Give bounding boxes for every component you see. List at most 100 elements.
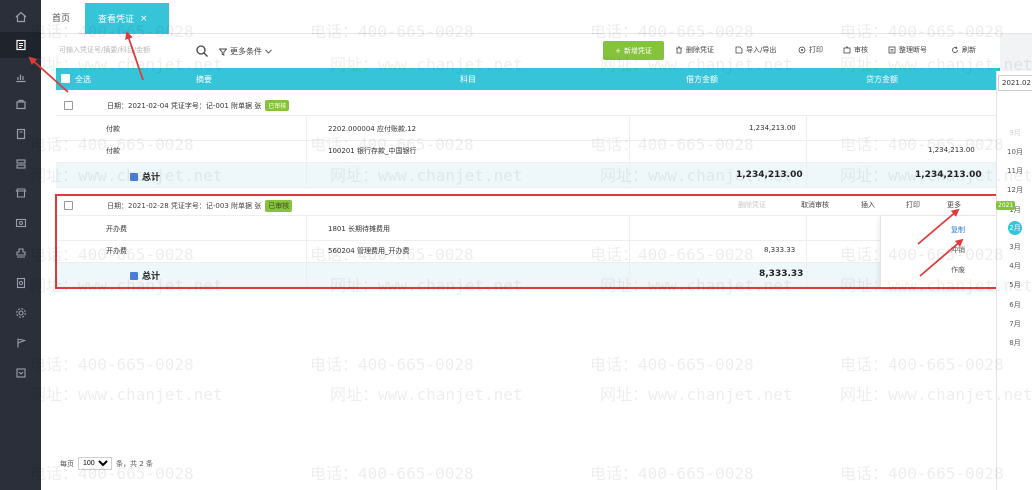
month-item[interactable]: 3月	[997, 242, 1032, 252]
cell-account: 100201 银行存款_中国银行	[328, 147, 417, 155]
table-row[interactable]: 付款 100201 银行存款_中国银行 1,234,213.00	[56, 141, 1000, 163]
select-all-label: 全选	[75, 75, 91, 84]
voucher-checkbox[interactable]	[64, 101, 73, 110]
header-debit: 借方金额	[686, 75, 718, 84]
search-icon[interactable]	[195, 44, 209, 58]
renumber-button[interactable]: 整理断号	[888, 45, 927, 55]
card-icon[interactable]	[0, 210, 41, 236]
menu-item-reverse[interactable]: 冲销	[951, 245, 965, 255]
cell-summary: 付款	[106, 147, 120, 155]
refresh-icon	[952, 46, 958, 53]
bag-icon[interactable]	[0, 91, 41, 117]
plus-icon: +	[615, 46, 621, 55]
menu-item-void[interactable]: 作废	[951, 265, 965, 275]
shop-icon[interactable]	[0, 180, 41, 206]
more-filter-label: 更多条件	[230, 47, 262, 56]
month-item[interactable]: 6月	[997, 300, 1032, 310]
header-credit: 贷方金额	[866, 75, 898, 84]
column-divider	[306, 216, 307, 287]
cell-debit: 1,234,213.00	[749, 124, 796, 132]
voucher-group-2: 日期：2021-02-28 凭证字号：记-003 附单据 张已审核 删除凭证 取…	[56, 194, 1000, 287]
print-label: 打印	[809, 46, 823, 54]
table-row[interactable]: 开办费 1801 长期待摊费用	[56, 216, 1000, 241]
total-label: 总计	[130, 170, 160, 183]
refresh-button[interactable]: 刷新	[951, 45, 976, 55]
sum-icon	[130, 173, 138, 181]
voucher-list-panel: 可输入凭证号/摘要/科目/金额 更多条件 + 新增凭证 删除凭证 导入/导出 打…	[41, 34, 1000, 490]
doc-icon[interactable]	[0, 270, 41, 296]
voucher-icon[interactable]	[0, 32, 41, 58]
cell-account: 1801 长期待摊费用	[328, 225, 391, 233]
month-item[interactable]: 5月	[997, 280, 1032, 290]
table-row[interactable]: 付款 2202.000004 应付账款.12 1,234,213.00	[56, 116, 1000, 141]
box-icon[interactable]	[0, 360, 41, 386]
pagination: 每页 100 条，共 2 条	[60, 457, 153, 470]
voucher-header-row: 日期：2021-02-28 凭证字号：记-003 附单据 张已审核 删除凭证 取…	[56, 194, 1000, 216]
column-divider	[806, 216, 807, 287]
print-icon	[798, 46, 806, 54]
month-item[interactable]: 12月	[997, 185, 1032, 195]
more-menu: 复制 冲销 作废	[880, 216, 998, 288]
month-item[interactable]: 8月	[997, 338, 1032, 348]
import-export-button[interactable]: 导入/导出	[735, 45, 776, 55]
audit-button[interactable]: 审核	[843, 45, 868, 55]
gear-icon[interactable]	[0, 300, 41, 326]
row-print-button[interactable]: 打印	[906, 200, 920, 210]
total-credit: 1,234,213.00	[915, 170, 982, 180]
month-item-selected[interactable]: 2月	[1008, 221, 1022, 235]
cell-summary: 付款	[106, 125, 120, 133]
column-divider	[629, 216, 630, 287]
page-size-select[interactable]: 100	[78, 457, 112, 470]
voucher-group-1: 日期：2021-02-04 凭证字号：记-001 附单据 张已审核 付款 220…	[56, 94, 1000, 188]
cell-summary: 开办费	[106, 247, 127, 255]
tab-view-voucher[interactable]: 查看凭证 ×	[85, 3, 169, 34]
unaudit-button[interactable]: 取消审核	[801, 200, 829, 210]
menu-item-copy[interactable]: 复制	[951, 225, 965, 235]
voucher-checkbox[interactable]	[64, 201, 73, 210]
chevron-down-icon	[265, 49, 272, 54]
tab-close-icon[interactable]: ×	[140, 14, 148, 24]
audit-label: 审核	[854, 46, 868, 54]
row-delete-button[interactable]: 删除凭证	[738, 200, 766, 210]
total-row: 总计 1,234,213.00 1,234,213.00	[56, 163, 1000, 188]
import-icon	[735, 46, 743, 54]
home-icon[interactable]	[0, 4, 41, 30]
cell-debit: 8,333.33	[764, 246, 796, 254]
table-header: 全选 摘要 科目 借方金额 贷方金额	[56, 68, 1000, 90]
month-item[interactable]: 7月	[997, 319, 1032, 329]
audit-icon	[843, 46, 851, 54]
print-button[interactable]: 打印	[798, 45, 823, 55]
refresh-label: 刷新	[962, 46, 976, 54]
month-item[interactable]: 11月	[997, 166, 1032, 176]
search-input[interactable]: 可输入凭证号/摘要/科目/金额	[59, 45, 187, 59]
month-item[interactable]: 10月	[997, 147, 1032, 157]
column-divider	[629, 116, 630, 188]
voucher-header-row: 日期：2021-02-04 凭证字号：记-001 附单据 张已审核	[56, 94, 1000, 116]
table-row[interactable]: 开办费 560204 管理费用_开办费 8,333.33	[56, 241, 1000, 263]
stack-icon[interactable]	[0, 151, 41, 177]
stamp-icon[interactable]	[0, 240, 41, 266]
insert-button[interactable]: 插入	[861, 200, 875, 210]
tab-strip: 首页 查看凭证 ×	[41, 0, 1032, 34]
delete-voucher-button[interactable]: 删除凭证	[675, 45, 714, 55]
tab-view-voucher-label: 查看凭证	[98, 15, 135, 25]
tab-home[interactable]: 首页	[52, 11, 70, 24]
chart-icon[interactable]	[0, 64, 41, 90]
period-input[interactable]: 2021.02	[998, 75, 1032, 91]
select-all-checkbox[interactable]	[61, 74, 70, 83]
book-icon[interactable]	[0, 121, 41, 147]
total-label: 总计	[130, 269, 160, 282]
more-filter-button[interactable]: 更多条件	[219, 46, 272, 57]
more-button[interactable]: 更多	[947, 200, 961, 210]
cell-account: 560204 管理费用_开办费	[328, 247, 410, 255]
voucher-meta: 日期：2021-02-04 凭证字号：记-001 附单据 张已审核	[107, 100, 290, 111]
cell-credit: 1,234,213.00	[928, 146, 975, 154]
year-badge: 2021	[996, 201, 1016, 210]
new-voucher-button[interactable]: + 新增凭证	[603, 41, 664, 60]
column-divider	[306, 116, 307, 188]
month-item[interactable]: 9月	[997, 128, 1032, 138]
month-item[interactable]: 4月	[997, 261, 1032, 271]
total-row: 总计 8,333.33	[56, 263, 1000, 287]
delete-voucher-label: 删除凭证	[686, 46, 714, 54]
flag-icon[interactable]	[0, 330, 41, 356]
